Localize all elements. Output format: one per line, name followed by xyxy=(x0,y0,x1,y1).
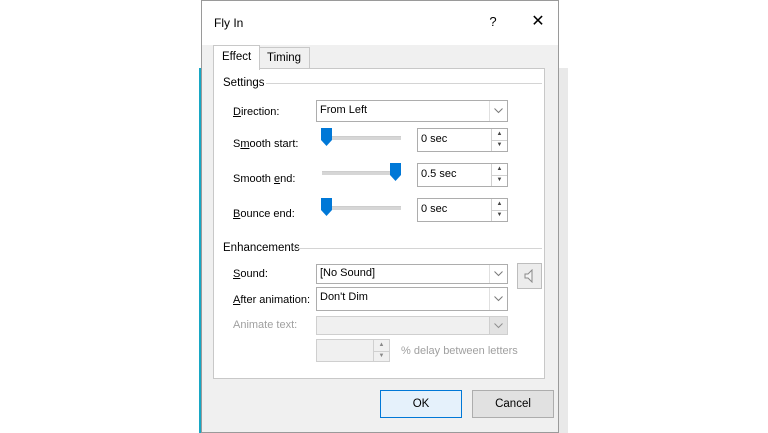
cancel-button[interactable]: Cancel xyxy=(472,390,554,418)
smooth-end-spin-buttons: ▲ ▼ xyxy=(491,164,507,186)
delay-spinner[interactable]: ▲ ▼ xyxy=(316,339,390,362)
smooth-end-slider-thumb[interactable] xyxy=(390,163,401,181)
bounce-end-spin-buttons: ▲ ▼ xyxy=(491,199,507,221)
sound-dropdown[interactable]: [No Sound] xyxy=(316,264,508,284)
smooth-end-label: Smooth end: xyxy=(233,173,296,185)
sound-value: [No Sound] xyxy=(320,267,376,279)
animate-text-dropdown[interactable] xyxy=(316,316,508,335)
after-animation-label: After animation: xyxy=(233,294,311,306)
tab-timing[interactable]: Timing xyxy=(258,47,311,68)
animate-text-label: Animate text: xyxy=(233,319,298,331)
speaker-icon xyxy=(524,269,532,283)
dialog-title: Fly In xyxy=(214,16,244,30)
smooth-start-label: Smooth start: xyxy=(233,138,299,150)
smooth-start-slider-thumb[interactable] xyxy=(321,128,332,146)
smooth-start-spin-buttons: ▲ ▼ xyxy=(491,129,507,151)
direction-dropdown[interactable]: From Left xyxy=(316,100,508,122)
chevron-down-icon[interactable] xyxy=(489,265,507,283)
chevron-down-icon[interactable] xyxy=(489,101,507,121)
spin-down-icon[interactable]: ▼ xyxy=(492,210,507,221)
bounce-end-slider-track[interactable] xyxy=(322,206,401,210)
bounce-end-value[interactable]: 0 sec xyxy=(421,203,447,215)
spin-down-icon[interactable]: ▼ xyxy=(492,140,507,151)
close-button[interactable]: ✕ xyxy=(525,11,551,33)
smooth-start-spinner[interactable]: 0 sec ▲ ▼ xyxy=(417,128,508,152)
direction-label: Direction: xyxy=(233,106,280,118)
help-button[interactable]: ? xyxy=(480,11,506,33)
smooth-end-spinner[interactable]: 0.5 sec ▲ ▼ xyxy=(417,163,508,187)
bounce-end-label: Bounce end: xyxy=(233,208,295,220)
title-bar: Fly In ? ✕ xyxy=(202,1,558,45)
sound-label: Sound: xyxy=(233,268,268,280)
spin-down-icon[interactable]: ▼ xyxy=(374,351,389,362)
sound-volume-button[interactable] xyxy=(517,263,542,289)
spin-down-icon[interactable]: ▼ xyxy=(492,175,507,186)
chevron-down-icon[interactable] xyxy=(489,288,507,310)
chevron-down-icon[interactable] xyxy=(489,317,507,334)
direction-label-rest: irection: xyxy=(240,106,280,118)
direction-value: From Left xyxy=(320,104,368,116)
delay-suffix-label: % delay between letters xyxy=(401,345,518,357)
settings-divider xyxy=(266,83,542,84)
smooth-start-value[interactable]: 0 sec xyxy=(421,133,447,145)
smooth-start-slider-track[interactable] xyxy=(322,136,401,140)
tab-effect[interactable]: Effect xyxy=(213,45,261,70)
delay-spin-buttons: ▲ ▼ xyxy=(373,340,389,361)
bounce-end-spinner[interactable]: 0 sec ▲ ▼ xyxy=(417,198,508,222)
enhancements-divider xyxy=(294,248,542,249)
bounce-end-slider-thumb[interactable] xyxy=(321,198,332,216)
ok-button[interactable]: OK xyxy=(380,390,462,418)
smooth-end-value[interactable]: 0.5 sec xyxy=(421,168,456,180)
after-animation-dropdown[interactable]: Don't Dim xyxy=(316,287,508,311)
after-animation-value: Don't Dim xyxy=(320,291,368,303)
enhancements-group-label: Enhancements xyxy=(223,242,300,254)
settings-group-label: Settings xyxy=(223,77,265,89)
